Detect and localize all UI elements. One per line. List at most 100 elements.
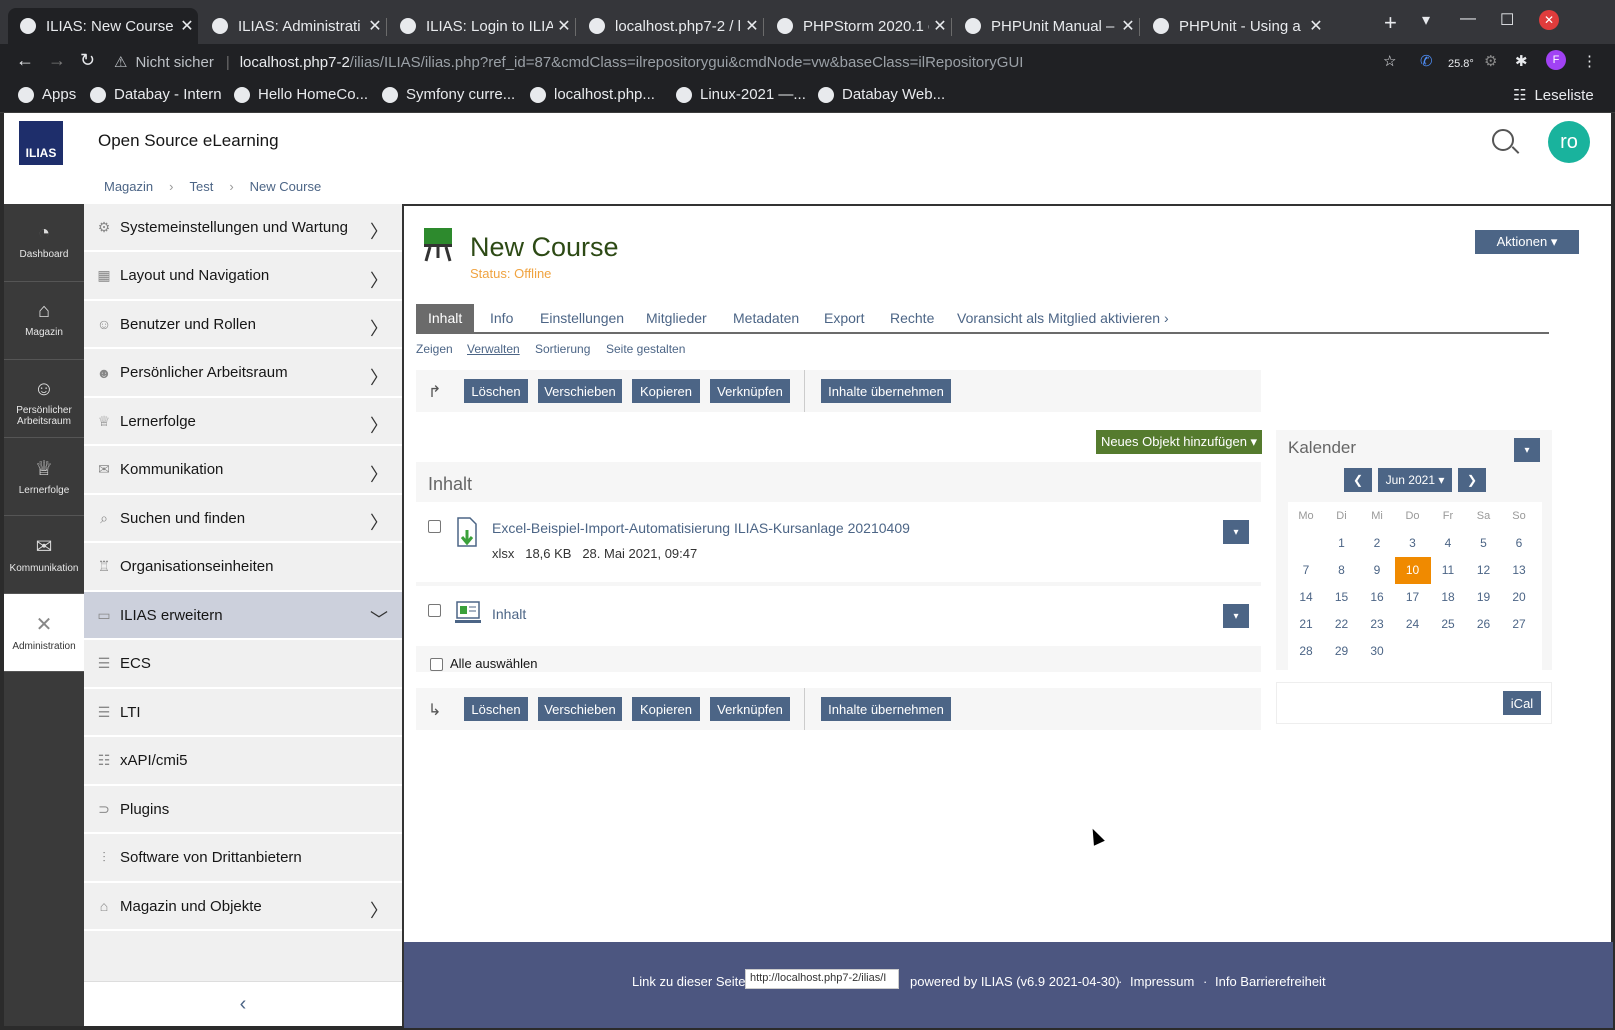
tab-info[interactable]: Info [478,304,525,332]
calendar-day[interactable]: 5 [1466,530,1502,557]
accessibility-link[interactable]: Info Barrierefreiheit [1215,974,1326,989]
slate-item[interactable]: ☷ xAPI/cmi5 [84,737,402,786]
slate-item[interactable]: ⌕ Suchen und finden 〉 [84,495,402,543]
browser-tab[interactable]: PHPStorm 2020.1 c ✕ [765,8,951,44]
kopieren-button[interactable]: Kopieren [632,379,700,403]
close-tab-icon[interactable]: ✕ [929,16,951,36]
browser-tab[interactable]: ILIAS: Login to ILIA ✕ [388,8,575,44]
bookmark-item[interactable]: Hello HomeCo... [234,86,368,103]
slate-item[interactable]: ⌂ Magazin und Objekte 〉 [84,883,402,931]
slate-item[interactable]: ▭ ILIAS erweitern ﹀ [84,592,402,640]
bookmark-item[interactable]: Linux-2021 —... [676,86,806,103]
month-dropdown[interactable]: Jun 2021 ▾ [1378,468,1452,492]
calendar-day[interactable]: 17 [1395,584,1431,611]
calendar-day[interactable]: 13 [1501,557,1537,584]
item-checkbox[interactable] [428,520,441,533]
slate-item[interactable]: ☺ Benutzer und Rollen 〉 [84,301,402,349]
calendar-day[interactable]: 19 [1466,584,1502,611]
browser-tab[interactable]: ILIAS: New Course ✕ [8,8,198,44]
inhalte-übernehmen-button[interactable]: Inhalte übernehmen [821,697,951,721]
mainbar-item-lernerfolge[interactable]: ♕ Lernerfolge [4,438,84,516]
calendar-day[interactable]: 1 [1324,530,1360,557]
subtab-sortierung[interactable]: Sortierung [535,342,590,356]
tab-einstellungen[interactable]: Einstellungen [528,304,636,332]
forward-icon[interactable]: → [48,50,66,71]
new-tab-button[interactable]: + [1384,10,1397,36]
calendar-day[interactable]: 18 [1430,584,1466,611]
phone-icon[interactable]: ✆ [1420,52,1433,70]
calendar-day[interactable]: 8 [1324,557,1360,584]
slate-item[interactable]: ✉ Kommunikation 〉 [84,446,402,495]
item-actions-dropdown[interactable]: ▾ [1223,520,1249,544]
tab-rechte[interactable]: Rechte [878,304,946,332]
calendar-day[interactable]: 23 [1359,611,1395,638]
item-title[interactable]: Excel-Beispiel-Import-Automatisierung IL… [492,520,910,536]
back-icon[interactable]: ← [16,50,34,71]
maximize-icon[interactable]: ☐ [1500,10,1514,30]
weather-label[interactable]: 25.8° [1448,58,1474,70]
close-tab-icon[interactable]: ✕ [1117,16,1139,36]
search-icon[interactable] [1492,129,1514,151]
slate-item[interactable]: ♕ Lernerfolge 〉 [84,398,402,446]
calendar-day[interactable]: 11 [1430,557,1466,584]
next-month-button[interactable]: ❯ [1458,468,1486,492]
reading-list-button[interactable]: ☷ Leseliste [1513,86,1594,105]
user-avatar[interactable]: ro [1548,121,1590,163]
close-tab-icon[interactable]: ✕ [553,16,575,36]
calendar-day[interactable]: 14 [1288,584,1324,611]
calendar-day[interactable]: 7 [1288,557,1324,584]
slate-item[interactable]: ☻ Persönlicher Arbeitsraum 〉 [84,349,402,398]
slate-item[interactable]: ☰ LTI [84,689,402,737]
slate-item[interactable]: ⊃ Plugins [84,786,402,834]
verschieben-button[interactable]: Verschieben [538,379,622,403]
verschieben-button[interactable]: Verschieben [538,697,622,721]
menu-icon[interactable]: ⋮ [1582,52,1597,70]
slate-item[interactable]: ▦ Layout und Navigation 〉 [84,252,402,301]
address-bar[interactable]: ⚠ Nicht sicher | localhost.php7-2 /ilias… [114,47,1414,77]
browser-tab[interactable]: PHPUnit Manual – (✕ [953,8,1139,44]
inhalte-übernehmen-button[interactable]: Inhalte übernehmen [821,379,951,403]
calendar-day[interactable]: 30 [1359,638,1395,665]
löschen-button[interactable]: Löschen [464,379,528,403]
item-title[interactable]: Inhalt [492,606,526,622]
calendar-day[interactable]: 3 [1395,530,1431,557]
select-all-checkbox[interactable] [430,658,443,671]
prev-month-button[interactable]: ❮ [1344,468,1372,492]
browser-tab[interactable]: localhost.php7-2 / l ✕ [577,8,763,44]
tab-voransicht-als-mitglied-aktivieren-[interactable]: Voransicht als Mitglied aktivieren › [945,304,1181,332]
calendar-day[interactable]: 6 [1501,530,1537,557]
slate-item[interactable]: ⚙ Systemeinstellungen und Wartung 〉 [84,204,402,252]
calendar-day[interactable]: 16 [1359,584,1395,611]
bookmark-item[interactable]: Databay Web... [818,86,945,103]
subtab-zeigen[interactable]: Zeigen [416,342,453,356]
extensions-icon[interactable]: ✱ [1515,52,1528,70]
collapse-slate-button[interactable]: ‹ [84,981,402,1026]
slate-item[interactable]: ⫶ Software von Drittanbietern [84,834,402,883]
imprint-link[interactable]: Impressum [1130,974,1194,989]
calendar-day[interactable]: 12 [1466,557,1502,584]
bookmark-item[interactable]: Symfony curre... [382,86,515,103]
calendar-day[interactable]: 27 [1501,611,1537,638]
slate-item[interactable]: ☰ ECS [84,640,402,689]
close-tab-icon[interactable]: ✕ [741,16,763,36]
tab-export[interactable]: Export [812,304,876,332]
calendar-day[interactable]: 25 [1430,611,1466,638]
calendar-day[interactable]: 20 [1501,584,1537,611]
actions-dropdown[interactable]: Aktionen ▾ [1475,230,1579,254]
item-checkbox[interactable] [428,604,441,617]
close-tab-icon[interactable]: ✕ [1305,16,1327,36]
tab-search-icon[interactable]: ▾ [1422,10,1430,30]
subtab-verwalten[interactable]: Verwalten [467,342,520,356]
close-tab-icon[interactable]: ✕ [364,16,386,36]
breadcrumb-item[interactable]: New Course [250,179,322,194]
reload-icon[interactable]: ↻ [80,50,95,71]
star-icon[interactable]: ☆ [1383,52,1396,70]
mainbar-item-kommunikation[interactable]: ✉ Kommunikation [4,516,84,594]
verknüpfen-button[interactable]: Verknüpfen [710,697,790,721]
breadcrumb-item[interactable]: Magazin [104,179,153,194]
settings-icon[interactable]: ⚙ [1484,52,1497,70]
tab-inhalt[interactable]: Inhalt [416,304,475,332]
bookmark-item[interactable]: localhost.php... [530,86,655,103]
item-actions-dropdown[interactable]: ▾ [1223,604,1249,628]
browser-tab[interactable]: PHPUnit - Using a v ✕ [1141,8,1327,44]
